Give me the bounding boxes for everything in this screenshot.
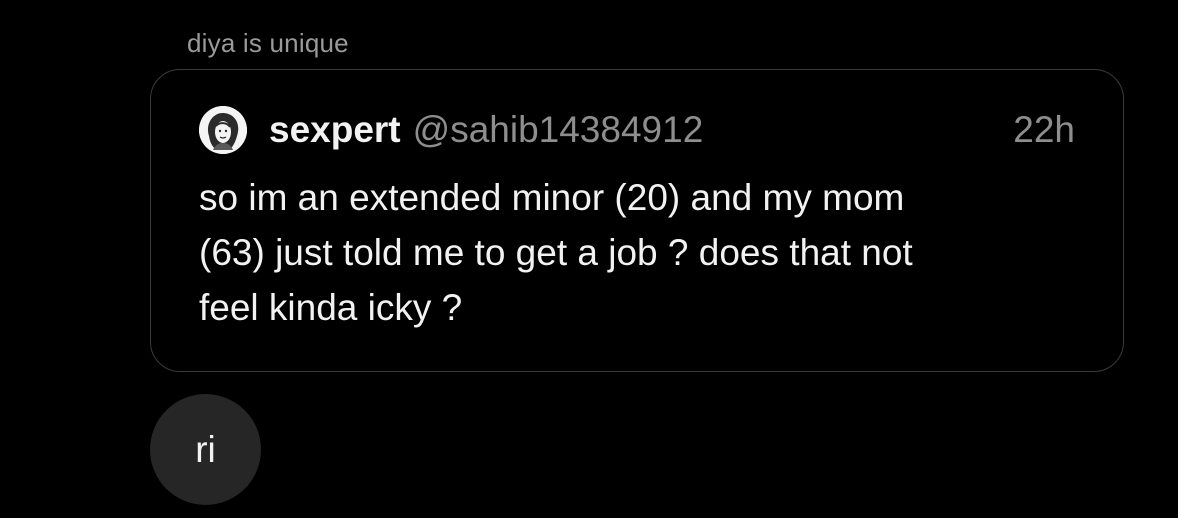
post-body-line: feel kinda icky ? <box>199 287 463 328</box>
post-body: so im an extended minor (20) and my mom … <box>199 170 1079 335</box>
reply-message-bubble[interactable]: ri <box>150 394 261 505</box>
post-username[interactable]: sexpert <box>269 109 401 151</box>
reply-message-text: ri <box>195 428 216 470</box>
post-body-line: (63) just told me to get a job ? does th… <box>199 232 913 273</box>
avatar-illustration-icon <box>199 106 247 154</box>
sender-label: diya is unique <box>187 28 349 58</box>
post-body-line: so im an extended minor (20) and my mom <box>199 177 905 218</box>
post-header: sexpert @sahib14384912 22h <box>199 104 1075 156</box>
quoted-post-card[interactable]: sexpert @sahib14384912 22h so im an exte… <box>150 69 1124 372</box>
post-timestamp: 22h <box>1013 109 1075 150</box>
post-handle[interactable]: @sahib14384912 <box>413 109 704 151</box>
avatar[interactable] <box>199 106 247 154</box>
